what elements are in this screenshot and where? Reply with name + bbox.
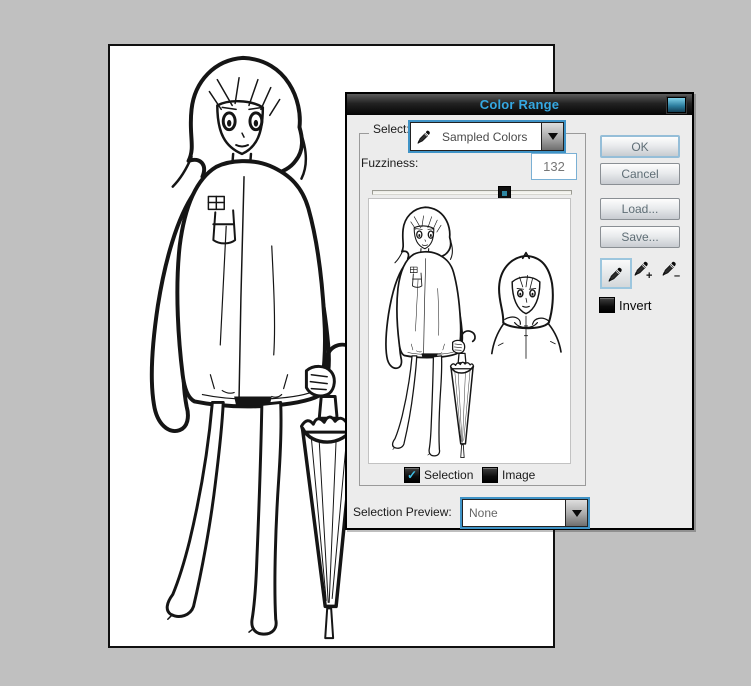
fuzziness-input[interactable]: 132 [531,153,577,180]
eyedropper-icon [417,129,432,144]
plus-glyph: + [646,270,652,282]
slider-handle-dot [502,191,507,196]
subtract-from-sample-eyedropper-button[interactable]: – [662,260,686,284]
eyedropper-tools: + – [600,258,690,288]
preview-mode-toggles: ✓ Selection ✓ Image [347,467,596,485]
photoshop-workspace: Color Range Select: Sampled Colors Fuzzi… [0,0,751,686]
preview-artwork [369,199,570,463]
select-dropdown[interactable]: Sampled Colors [408,120,566,153]
cancel-button[interactable]: Cancel [600,163,680,185]
selection-preview-thumbnail[interactable] [368,198,571,464]
selection-preview-dropdown-inner: None [462,499,588,527]
dialog-title: Color Range [347,97,692,112]
selection-preview-dropdown-button[interactable] [565,500,587,526]
maximize-icon[interactable] [667,97,686,113]
selection-toggle[interactable]: ✓ Selection [404,467,473,483]
minus-glyph: – [674,270,680,282]
image-toggle[interactable]: ✓ Image [482,467,535,483]
add-to-sample-eyedropper-button[interactable]: + [634,260,658,284]
save-button[interactable]: Save... [600,226,680,248]
invert-checkbox[interactable]: ✓ [599,297,615,313]
selection-toggle-label: Selection [424,468,473,482]
eyedropper-tool-button[interactable] [600,258,632,289]
selection-checkbox[interactable]: ✓ [404,467,420,483]
dropdown-arrow-icon [548,133,558,140]
select-dropdown-value: Sampled Colors [436,130,541,144]
ok-button[interactable]: OK [600,135,680,158]
fuzziness-label: Fuzziness: [361,156,418,170]
select-label: Select: [369,122,414,136]
dropdown-arrow-icon [572,510,582,517]
color-range-dialog: Color Range Select: Sampled Colors Fuzzi… [345,92,694,530]
select-dropdown-button[interactable] [541,123,563,150]
image-toggle-label: Image [502,468,535,482]
dialog-body: Select: Sampled Colors Fuzziness: 132 [347,115,692,528]
invert-label: Invert [619,298,652,313]
load-button[interactable]: Load... [600,198,680,220]
fuzziness-value: 132 [543,159,565,174]
eyedropper-icon [608,266,624,282]
invert-option[interactable]: ✓ Invert [599,297,652,313]
selection-preview-label: Selection Preview: [353,505,452,519]
selection-preview-value: None [463,506,565,520]
selection-preview-dropdown[interactable]: None [460,497,590,529]
select-dropdown-inner: Sampled Colors [410,122,564,151]
fuzziness-slider-track[interactable] [372,190,572,195]
dialog-titlebar[interactable]: Color Range [347,94,692,116]
image-checkbox[interactable]: ✓ [482,467,498,483]
checkmark-icon: ✓ [407,469,417,481]
